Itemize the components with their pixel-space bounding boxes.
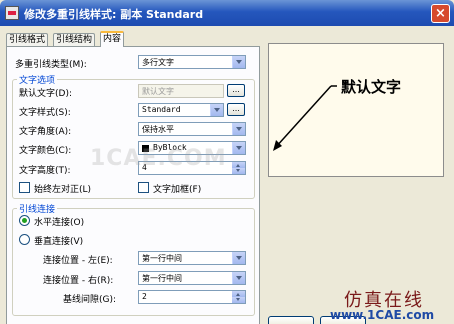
attach-right-value: 第一行中间 — [142, 274, 182, 283]
content-panel: 多重引线类型(M): 多行文字 文字选项 默认文字(D): 默认文字 ... 文… — [6, 46, 260, 324]
title-bar: 修改多重引线样式: 副本 Standard × — [0, 0, 454, 26]
text-style-label: 文字样式(S): — [19, 108, 71, 118]
landing-gap-spinner[interactable]: 2 — [138, 290, 246, 304]
close-button[interactable]: × — [431, 4, 450, 23]
default-text-field[interactable]: 默认文字 — [138, 84, 224, 98]
text-angle-select[interactable]: 保持水平 — [138, 122, 246, 136]
dropdown-arrow-icon — [210, 104, 223, 116]
attach-left-label: 连接位置 - 左(E): — [43, 256, 113, 266]
attach-left-select[interactable]: 第一行中间 — [138, 251, 246, 265]
window-title: 修改多重引线样式: 副本 Standard — [24, 8, 204, 21]
text-style-select[interactable]: Standard — [138, 103, 224, 117]
text-angle-label: 文字角度(A): — [19, 127, 72, 137]
always-left-justify-checkbox[interactable] — [19, 182, 30, 193]
multileader-type-value: 多行文字 — [142, 58, 174, 67]
app-icon — [5, 6, 19, 20]
attach-right-label: 连接位置 - 右(R): — [43, 276, 114, 286]
attach-right-select[interactable]: 第一行中间 — [138, 271, 246, 285]
dropdown-arrow-icon — [232, 123, 245, 135]
text-color-label: 文字颜色(C): — [19, 146, 72, 156]
tab-content[interactable]: 内容 — [100, 31, 125, 47]
center-watermark: 1CAE.COM — [90, 146, 227, 171]
dropdown-arrow-icon — [232, 142, 245, 154]
default-text-value: 默认文字 — [142, 87, 174, 96]
tab-leader-structure[interactable]: 引线结构 — [53, 33, 96, 47]
always-left-justify-label: 始终左对正(L) — [34, 185, 92, 195]
dropdown-arrow-icon — [232, 56, 245, 68]
landing-gap-label: 基线间隙(G): — [63, 295, 117, 305]
text-options-title: 文字选项 — [17, 73, 58, 86]
attach-left-value: 第一行中间 — [142, 254, 182, 263]
default-text-label: 默认文字(D): — [19, 89, 72, 99]
style-preview: 默认文字 — [268, 43, 444, 177]
leader-connection-title: 引线连接 — [17, 202, 58, 215]
tab-leader-format[interactable]: 引线格式 — [6, 33, 49, 47]
text-style-value: Standard — [142, 105, 181, 114]
text-height-label: 文字高度(T): — [19, 166, 71, 176]
horizontal-attach-label: 水平连接(O) — [34, 218, 85, 228]
multileader-type-select[interactable]: 多行文字 — [138, 55, 246, 69]
preview-text: 默认文字 — [341, 78, 402, 96]
text-frame-checkbox[interactable] — [138, 182, 149, 193]
horizontal-attach-radio[interactable] — [19, 215, 30, 226]
spin-down-icon[interactable] — [232, 297, 245, 303]
landing-gap-value: 2 — [142, 292, 147, 301]
dropdown-arrow-icon — [232, 272, 245, 284]
text-angle-value: 保持水平 — [142, 125, 174, 134]
leader-arrow-graphic — [273, 85, 337, 151]
ok-button[interactable] — [268, 316, 314, 324]
text-frame-label: 文字加框(F) — [153, 185, 202, 195]
text-style-browse-button[interactable]: ... — [227, 103, 245, 116]
vertical-attach-label: 垂直连接(V) — [34, 237, 84, 247]
multileader-type-label: 多重引线类型(M): — [15, 60, 87, 70]
spin-down-icon[interactable] — [232, 168, 245, 174]
vertical-attach-radio[interactable] — [19, 234, 30, 245]
url-watermark: www.1CAE.com — [330, 308, 435, 322]
dropdown-arrow-icon — [232, 252, 245, 264]
default-text-browse-button[interactable]: ... — [227, 84, 245, 97]
